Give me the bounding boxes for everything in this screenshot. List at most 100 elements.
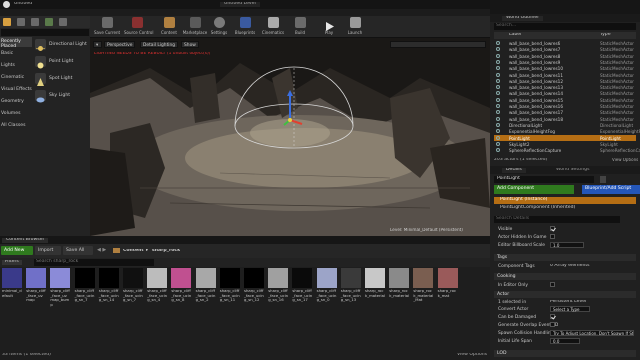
generate-overlap-checkbox[interactable] <box>550 322 555 327</box>
asset-tile[interactable]: minimal_default <box>2 268 22 322</box>
asset-tile[interactable]: sharp_rock_material <box>365 268 385 322</box>
build-button[interactable]: Build <box>287 17 313 38</box>
asset-tile[interactable]: sharp_cliff_face_ucing_sn_17 <box>292 268 313 322</box>
asset-tile[interactable]: sharp_cliff_face_ucing_sn_8 <box>171 268 192 322</box>
cinematics-button[interactable]: Cinematics <box>260 17 286 38</box>
place-sky-light[interactable]: Sky Light <box>33 88 90 103</box>
show-button[interactable]: Show <box>181 41 199 48</box>
spawn-collision-dropdown[interactable]: Try To Adjust Location, Don't Spawn If S… <box>550 330 634 336</box>
outliner-row[interactable]: SphereReflectionCapture SphereReflectionC… <box>494 147 640 153</box>
blueprints-button[interactable]: Blueprints <box>232 17 258 38</box>
place-point-light[interactable]: Point Light <box>33 54 90 69</box>
billboard-scale-input[interactable]: 1.0 <box>550 242 584 248</box>
content-button[interactable]: Content <box>156 17 182 38</box>
viewport-snap-tools[interactable] <box>390 41 486 48</box>
visibility-eye-icon[interactable] <box>496 47 500 52</box>
visibility-eye-icon[interactable] <box>496 72 500 77</box>
transform-gizmo[interactable] <box>280 88 308 128</box>
can-be-damaged-checkbox[interactable] <box>550 314 555 319</box>
category-lights[interactable]: Lights <box>0 61 32 71</box>
asset-tile[interactable]: sharp_cliff_face_ucing_sn_12 <box>244 268 264 322</box>
place-search-input[interactable] <box>1 29 89 36</box>
content-view-options[interactable]: View Options <box>457 353 487 358</box>
save-all-button[interactable]: Save All <box>63 246 93 255</box>
launch-button[interactable]: Launch <box>342 17 368 38</box>
convert-actor-dropdown[interactable]: Select a Type <box>550 306 590 312</box>
asset-tile[interactable]: sharp_cliff_face_ucing_sn_7 <box>74 268 95 322</box>
visibility-eye-icon[interactable] <box>496 122 500 127</box>
level-tab[interactable]: Untitled Level <box>220 2 260 7</box>
asset-tile[interactable]: sharp_cliff_face_ucing_sn_14 <box>98 268 119 322</box>
category-cinematic[interactable]: Cinematic <box>0 73 32 83</box>
asset-tile[interactable]: sharp_rock_mat <box>437 268 458 322</box>
visibility-eye-icon[interactable] <box>496 104 500 108</box>
asset-tile[interactable]: sharp_cliff_face_uvmap <box>26 268 47 322</box>
asset-tile[interactable]: sharp_cliff_face_ucing_sn_4 <box>147 268 168 322</box>
back-icon[interactable]: ◀ ▶ <box>97 248 106 253</box>
section-tags[interactable]: Tags <box>494 254 636 261</box>
lighting-mode-button[interactable]: Detail Lighting <box>140 41 179 48</box>
breadcrumb-content[interactable]: Content <box>123 249 144 254</box>
visibility-eye-icon[interactable] <box>496 53 500 58</box>
col-type[interactable]: Type <box>600 33 611 38</box>
visibility-eye-icon[interactable] <box>496 78 500 83</box>
section-cooking[interactable]: Cooking <box>494 273 636 280</box>
settings-button[interactable]: Settings <box>206 17 232 38</box>
category-geometry[interactable]: Geometry <box>0 97 32 107</box>
perspective-button[interactable]: Perspective <box>104 41 136 48</box>
visibility-eye-icon[interactable] <box>496 85 500 90</box>
add-new-button[interactable]: Add New <box>1 246 33 255</box>
visibility-eye-icon[interactable] <box>496 91 500 96</box>
geometry-mode-icon[interactable] <box>59 18 67 26</box>
editor-only-checkbox[interactable] <box>550 282 555 287</box>
visibility-eye-icon[interactable] <box>496 97 500 102</box>
visible-checkbox[interactable] <box>550 226 555 231</box>
category-all-classes[interactable]: All Classes <box>0 121 32 131</box>
import-button[interactable]: Import <box>35 246 61 255</box>
asset-tile[interactable]: sharp_cliff_face_ucing_sn_7 <box>123 268 143 322</box>
world-outliner-tab[interactable]: World Outliner <box>502 16 544 21</box>
paint-mode-icon[interactable] <box>17 18 25 26</box>
visibility-eye-icon[interactable] <box>496 116 500 121</box>
section-actor[interactable]: Actor <box>494 291 636 298</box>
visibility-eye-icon[interactable] <box>496 148 500 153</box>
visibility-eye-icon[interactable] <box>496 66 500 71</box>
asset-tile[interactable]: sharp_cliff_face_ucing_sn_0 <box>316 268 337 322</box>
asset-tile[interactable]: sharp_cliff_face_ucing_sn_2 <box>195 268 216 322</box>
landscape-mode-icon[interactable] <box>31 18 39 26</box>
outliner-view-options[interactable]: View Options <box>612 158 638 162</box>
breadcrumb-sharp-rock[interactable]: sharp_rock <box>152 249 180 254</box>
visibility-eye-icon[interactable] <box>496 129 500 134</box>
category-volumes[interactable]: Volumes <box>0 109 32 119</box>
asset-tile[interactable]: sharp_cliff_face_ucing_sn_16 <box>268 268 289 322</box>
visibility-eye-icon[interactable] <box>496 110 500 115</box>
hidden-in-game-checkbox[interactable] <box>550 234 555 239</box>
category-visual-effects[interactable]: Visual Effects <box>0 85 32 95</box>
visibility-eye-icon[interactable] <box>496 59 500 64</box>
file-tab[interactable]: Untitled <box>14 2 32 7</box>
place-directional-light[interactable]: Directional Light <box>33 37 90 52</box>
world-settings-tab[interactable]: World Settings <box>552 168 593 173</box>
visibility-eye-icon[interactable] <box>496 135 500 140</box>
source-control-button[interactable]: Source Control <box>124 17 153 38</box>
place-spot-light[interactable]: Spot Light <box>33 71 90 86</box>
save-current-button[interactable]: Save Current <box>94 17 120 38</box>
place-mode-icon[interactable] <box>3 18 11 26</box>
add-component-button[interactable]: Add Component <box>494 185 574 194</box>
details-search-input[interactable]: Search Details <box>494 216 620 223</box>
initial-life-input[interactable]: 0.0 <box>550 338 580 344</box>
blueprint-button[interactable]: Blueprint/Add Script <box>582 185 640 194</box>
marketplace-button[interactable]: Marketplace <box>182 17 208 38</box>
outliner-search-input[interactable]: Search... <box>494 23 636 30</box>
asset-tile[interactable]: sharp_rock_material <box>389 268 410 322</box>
section-lod[interactable]: LOD <box>494 350 636 357</box>
filters-button[interactable]: Filters <box>2 260 22 265</box>
category-recently-placed[interactable]: Recently Placed <box>0 37 32 49</box>
level-viewport[interactable]: ▾ Perspective Detail Lighting Show LIGHT… <box>90 38 490 236</box>
visibility-eye-icon[interactable] <box>496 141 500 146</box>
content-browser-tab[interactable]: Content Browser <box>2 238 49 243</box>
asset-tile[interactable]: sharp_rock_material_Mat <box>413 268 434 322</box>
component-inherited-row[interactable]: PointLightComponent (Inherited) <box>494 205 636 212</box>
asset-tile[interactable]: sharp_cliff_face_ucing_sn_11 <box>219 268 240 322</box>
actor-name-field[interactable]: PointLight <box>494 176 594 183</box>
